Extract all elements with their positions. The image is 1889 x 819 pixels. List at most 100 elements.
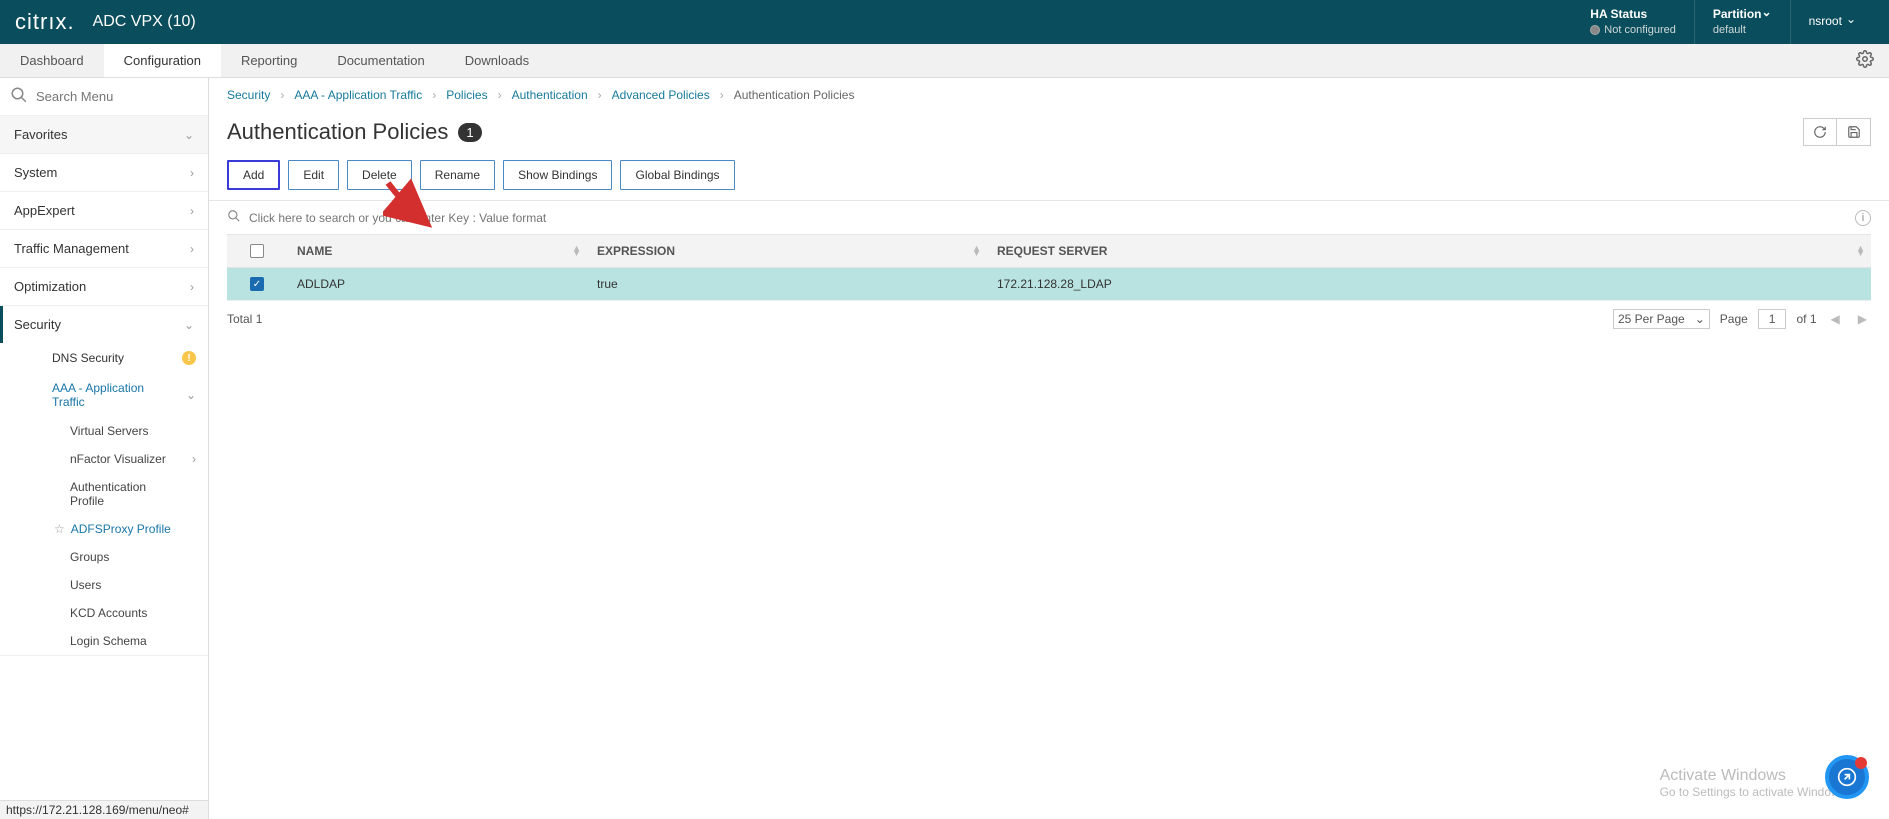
chevron-right-icon: › bbox=[432, 88, 436, 102]
app-title: ADC VPX (10) bbox=[93, 13, 196, 31]
side-leaf-label: ADFSProxy Profile bbox=[71, 522, 171, 536]
nav-dashboard[interactable]: Dashboard bbox=[0, 44, 104, 77]
sidebar-groups[interactable]: Groups bbox=[50, 543, 208, 571]
side-leaf-label: Users bbox=[70, 578, 101, 592]
search-icon bbox=[10, 86, 28, 107]
sidebar-search[interactable] bbox=[0, 78, 208, 116]
sidebar-item-label: Security bbox=[14, 317, 61, 332]
sidebar-item-system[interactable]: System › bbox=[0, 154, 208, 191]
status-url: https://172.21.128.169/menu/neo# bbox=[0, 800, 208, 819]
col-expression[interactable]: EXPRESSION▲▼ bbox=[587, 235, 987, 267]
row-checkbox[interactable]: ✓ bbox=[250, 277, 264, 291]
sort-icon: ▲▼ bbox=[972, 246, 981, 256]
of-label: of 1 bbox=[1796, 312, 1816, 326]
toolbar: Add Edit Delete Rename Show Bindings Glo… bbox=[209, 160, 1889, 201]
sidebar-item-label: Optimization bbox=[14, 279, 86, 294]
help-fab-button[interactable] bbox=[1825, 755, 1869, 799]
show-bindings-button[interactable]: Show Bindings bbox=[503, 160, 612, 190]
sidebar-nfactor[interactable]: nFactor Visualizer › bbox=[50, 445, 208, 473]
star-icon: ☆ bbox=[54, 522, 65, 536]
rename-button[interactable]: Rename bbox=[420, 160, 495, 190]
bc-aaa[interactable]: AAA - Application Traffic bbox=[294, 88, 422, 102]
send-icon bbox=[1837, 767, 1857, 787]
cell-request-server: 172.21.128.28_LDAP bbox=[987, 268, 1871, 300]
page-number[interactable]: 1 bbox=[1758, 309, 1787, 329]
chevron-right-icon: › bbox=[280, 88, 284, 102]
search-icon bbox=[227, 209, 241, 226]
chevron-right-icon: › bbox=[190, 280, 194, 294]
chevron-right-icon: › bbox=[720, 88, 724, 102]
table-footer: Total 1 25 Per Page ⌄ Page 1 of 1 ◀ ▶ bbox=[227, 301, 1871, 337]
side-leaf-label: Groups bbox=[70, 550, 109, 564]
info-icon[interactable]: i bbox=[1855, 210, 1871, 226]
table-row[interactable]: ✓ ADLDAP true 172.21.128.28_LDAP bbox=[227, 268, 1871, 301]
bc-security[interactable]: Security bbox=[227, 88, 270, 102]
sidebar-item-optimization[interactable]: Optimization › bbox=[0, 268, 208, 305]
filter-input[interactable] bbox=[249, 211, 1855, 225]
refresh-button[interactable] bbox=[1803, 118, 1837, 146]
side-leaf-label: Authentication Profile bbox=[70, 480, 180, 508]
sidebar-item-traffic[interactable]: Traffic Management› bbox=[0, 230, 208, 267]
breadcrumb: Security › AAA - Application Traffic › Pol… bbox=[209, 78, 1889, 112]
sidebar-login-schema[interactable]: Login Schema bbox=[50, 627, 208, 655]
bc-adv[interactable]: Advanced Policies bbox=[612, 88, 710, 102]
chevron-right-icon: › bbox=[190, 166, 194, 180]
chevron-down-icon: ⌄ bbox=[184, 318, 194, 332]
status-dot-icon bbox=[1590, 25, 1600, 35]
partition-value: default bbox=[1713, 23, 1772, 37]
main-content: Security › AAA - Application Traffic › Pol… bbox=[209, 78, 1889, 819]
checkbox-icon[interactable] bbox=[250, 244, 264, 258]
side-leaf-label: Login Schema bbox=[70, 634, 147, 648]
nav-documentation[interactable]: Documentation bbox=[317, 44, 444, 77]
global-bindings-button[interactable]: Global Bindings bbox=[620, 160, 734, 190]
gear-icon[interactable] bbox=[1856, 50, 1874, 71]
delete-button[interactable]: Delete bbox=[347, 160, 412, 190]
partition-dropdown[interactable]: Partition default bbox=[1695, 7, 1790, 37]
side-leaf-label: nFactor Visualizer bbox=[70, 452, 166, 466]
add-button[interactable]: Add bbox=[227, 160, 280, 190]
bc-policies[interactable]: Policies bbox=[446, 88, 487, 102]
side-leaf-label: KCD Accounts bbox=[70, 606, 147, 620]
sidebar-item-security[interactable]: Security ⌄ bbox=[0, 306, 208, 343]
nav-reporting[interactable]: Reporting bbox=[221, 44, 317, 77]
user-dropdown[interactable]: nsroot bbox=[1791, 14, 1874, 30]
sidebar-users[interactable]: Users bbox=[50, 571, 208, 599]
nav-configuration[interactable]: Configuration bbox=[104, 44, 221, 77]
nav-downloads[interactable]: Downloads bbox=[445, 44, 549, 77]
edit-button[interactable]: Edit bbox=[288, 160, 339, 190]
sidebar-adfsproxy[interactable]: ☆ ADFSProxy Profile bbox=[50, 515, 208, 543]
app-header: citrıx. ADC VPX (10) HA Status Not confi… bbox=[0, 0, 1889, 44]
sort-icon: ▲▼ bbox=[572, 246, 581, 256]
ha-status-value: Not configured bbox=[1590, 23, 1676, 37]
sidebar-favorites[interactable]: Favorites ⌄ bbox=[0, 116, 208, 153]
next-page-button[interactable]: ▶ bbox=[1854, 312, 1871, 326]
total-count: Total 1 bbox=[227, 312, 262, 326]
prev-page-button[interactable]: ◀ bbox=[1827, 312, 1844, 326]
bc-current: Authentication Policies bbox=[734, 88, 855, 102]
col-label: NAME bbox=[297, 244, 332, 258]
sidebar-virtual-servers[interactable]: Virtual Servers bbox=[50, 417, 208, 445]
watermark-sub: Go to Settings to activate Windows. bbox=[1660, 785, 1849, 799]
col-request-server[interactable]: REQUEST SERVER▲▼ bbox=[987, 235, 1871, 267]
sidebar-item-appexpert[interactable]: AppExpert› bbox=[0, 192, 208, 229]
warning-badge-icon: ! bbox=[182, 351, 196, 365]
data-table: NAME ▲▼ EXPRESSION▲▼ REQUEST SERVER▲▼ ✓ A… bbox=[227, 235, 1871, 301]
bc-auth[interactable]: Authentication bbox=[512, 88, 588, 102]
sidebar-search-input[interactable] bbox=[36, 89, 198, 104]
sidebar-aaa-traffic[interactable]: AAA - Application Traffic ⌄ bbox=[32, 373, 208, 417]
save-button[interactable] bbox=[1837, 118, 1871, 146]
sidebar-item-label: System bbox=[14, 165, 57, 180]
chevron-right-icon: › bbox=[498, 88, 502, 102]
page-title: Authentication Policies bbox=[227, 119, 448, 145]
col-name[interactable]: NAME ▲▼ bbox=[287, 235, 587, 267]
sidebar-dns-security[interactable]: DNS Security ! bbox=[32, 343, 208, 373]
chevron-down-icon: ⌄ bbox=[184, 128, 194, 142]
pager: 25 Per Page ⌄ Page 1 of 1 ◀ ▶ bbox=[1613, 309, 1871, 329]
sidebar-kcd[interactable]: KCD Accounts bbox=[50, 599, 208, 627]
chevron-right-icon: › bbox=[192, 452, 196, 466]
select-all-header[interactable] bbox=[227, 235, 287, 267]
sidebar-auth-profile[interactable]: Authentication Profile bbox=[50, 473, 208, 515]
partition-label: Partition bbox=[1713, 7, 1772, 23]
per-page-select[interactable]: 25 Per Page ⌄ bbox=[1613, 309, 1710, 329]
sidebar-item-label: Traffic Management bbox=[14, 241, 129, 256]
